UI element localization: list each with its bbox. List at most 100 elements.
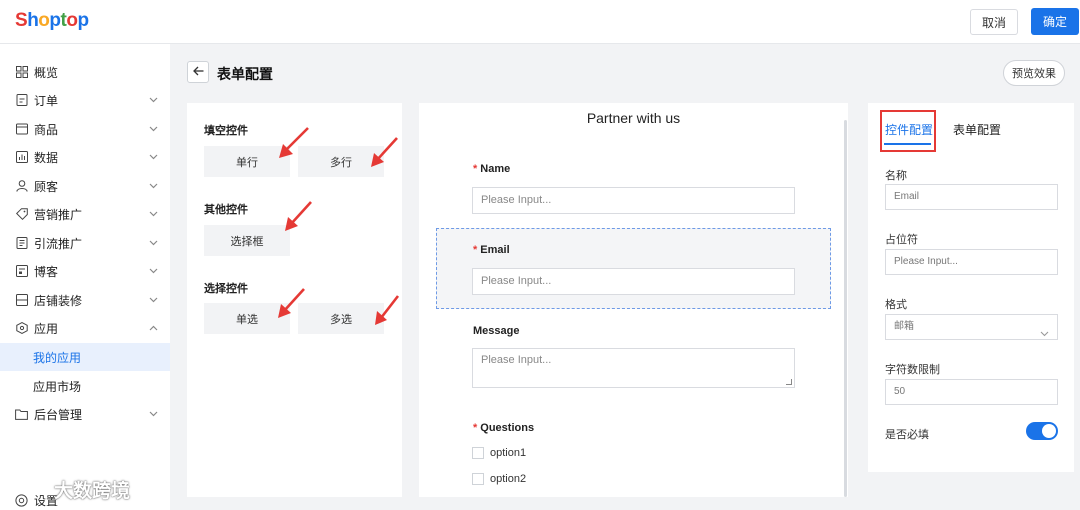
chevron-down-icon bbox=[148, 266, 158, 276]
chart-icon bbox=[15, 151, 28, 164]
placeholder-label: 占位符 bbox=[885, 233, 918, 246]
sidebar-item-label: 订单 bbox=[34, 93, 59, 108]
char-limit-label: 字符数限制 bbox=[885, 363, 940, 376]
back-button[interactable] bbox=[187, 61, 209, 83]
tab-form-config[interactable]: 表单配置 bbox=[953, 121, 1001, 138]
sidebar-item-label: 顾客 bbox=[34, 179, 59, 194]
chevron-down-icon bbox=[148, 409, 158, 419]
sidebar-item-label: 数据 bbox=[34, 150, 59, 165]
sidebar-item-apps[interactable]: 应用 bbox=[0, 314, 170, 342]
option-label: option2 bbox=[490, 473, 527, 485]
field-label-message: Message bbox=[473, 325, 520, 337]
red-arrow-annotation bbox=[371, 137, 398, 167]
name-field[interactable]: Email bbox=[885, 184, 1058, 210]
sidebar-item-traffic[interactable]: 引流推广 bbox=[0, 229, 170, 257]
watermark-text: 大数跨境 bbox=[54, 480, 131, 502]
option-checkbox[interactable] bbox=[472, 473, 484, 485]
sidebar-item-label: 应用 bbox=[34, 321, 59, 336]
chevron-down-icon bbox=[148, 209, 158, 219]
sidebar-item-label: 应用市场 bbox=[33, 379, 82, 394]
format-label: 格式 bbox=[885, 298, 907, 311]
sidebar-item-admin[interactable]: 后台管理 bbox=[0, 400, 170, 428]
toggle-knob bbox=[1042, 424, 1056, 438]
chevron-down-icon bbox=[148, 181, 158, 191]
sidebar-item-label: 我的应用 bbox=[33, 350, 82, 365]
sidebar-item-label: 店铺装修 bbox=[34, 293, 83, 308]
sidebar-item-overview[interactable]: 概览 bbox=[0, 58, 170, 86]
sidebar-item-app-market[interactable]: 应用市场 bbox=[0, 372, 170, 400]
brand-logo: Shoptop bbox=[15, 10, 89, 31]
sidebar-item-label: 营销推广 bbox=[34, 207, 83, 222]
option-checkbox[interactable] bbox=[472, 447, 484, 459]
option-row[interactable]: option1 bbox=[472, 447, 526, 459]
cancel-button[interactable]: 取消 bbox=[970, 9, 1018, 35]
red-arrow-annotation bbox=[375, 295, 400, 325]
watermark-logo-icon bbox=[9, 480, 45, 499]
chevron-down-icon bbox=[148, 124, 158, 134]
sidebar-item-customers[interactable]: 顾客 bbox=[0, 172, 170, 200]
field-label-name: * Name bbox=[473, 163, 511, 175]
layout-icon bbox=[15, 294, 28, 307]
sidebar-item-blog[interactable]: 博客 bbox=[0, 257, 170, 285]
field-label-questions: * Questions bbox=[473, 422, 535, 434]
sidebar-item-marketing[interactable]: 营销推广 bbox=[0, 200, 170, 228]
format-select-value: 邮箱 bbox=[894, 321, 914, 332]
required-label: 是否必填 bbox=[885, 428, 929, 441]
red-highlight-annotation bbox=[880, 110, 936, 152]
preview-button[interactable]: 预览效果 bbox=[1003, 60, 1065, 86]
sidebar-item-data[interactable]: 数据 bbox=[0, 143, 170, 171]
form-preview-panel: Partner with us * Name Please Input... * E… bbox=[419, 103, 848, 497]
group-title-input-controls: 填空控件 bbox=[204, 124, 248, 137]
folder-icon bbox=[15, 408, 28, 421]
chevron-down-icon bbox=[1040, 323, 1049, 337]
message-textarea[interactable]: Please Input... bbox=[472, 348, 795, 388]
user-icon bbox=[15, 180, 28, 193]
sidebar-item-label: 博客 bbox=[34, 264, 59, 279]
required-asterisk: * bbox=[473, 163, 478, 175]
red-arrow-annotation bbox=[285, 201, 312, 231]
sidebar-item-my-apps[interactable]: 我的应用 bbox=[0, 343, 170, 371]
page-title: 表单配置 bbox=[217, 67, 273, 83]
email-input[interactable]: Please Input... bbox=[472, 268, 795, 295]
confirm-button[interactable]: 确定 bbox=[1031, 8, 1079, 35]
sidebar-item-label: 引流推广 bbox=[34, 236, 83, 251]
sidebar-item-label: 后台管理 bbox=[34, 407, 83, 422]
field-label-email: * Email bbox=[473, 244, 510, 256]
name-label: 名称 bbox=[885, 169, 907, 182]
required-asterisk: * bbox=[473, 422, 478, 434]
scrollbar[interactable] bbox=[844, 120, 847, 497]
tag-icon bbox=[15, 208, 28, 221]
sidebar-item-label: 商品 bbox=[34, 122, 59, 137]
chevron-down-icon bbox=[148, 152, 158, 162]
name-input[interactable]: Please Input... bbox=[472, 187, 795, 214]
char-limit-field[interactable]: 50 bbox=[885, 379, 1058, 405]
placeholder-field[interactable]: Please Input... bbox=[885, 249, 1058, 275]
sidebar-item-orders[interactable]: 订单 bbox=[0, 86, 170, 114]
watermark: 大数跨境 bbox=[8, 476, 130, 503]
chevron-down-icon bbox=[148, 95, 158, 105]
group-title-choice-controls: 选择控件 bbox=[204, 282, 248, 295]
option-row[interactable]: option2 bbox=[472, 473, 526, 485]
textarea-placeholder: Please Input... bbox=[481, 354, 552, 366]
red-arrow-annotation bbox=[279, 127, 309, 158]
option-label: option1 bbox=[490, 447, 527, 459]
chevron-down-icon bbox=[148, 295, 158, 305]
required-toggle[interactable] bbox=[1026, 422, 1058, 440]
document-icon bbox=[15, 237, 28, 250]
top-bar: Shoptop 取消 确定 bbox=[0, 0, 1080, 44]
product-icon bbox=[15, 123, 28, 136]
chevron-up-icon bbox=[148, 323, 158, 333]
blog-icon bbox=[15, 265, 28, 278]
arrow-left-icon bbox=[192, 65, 204, 79]
app-icon bbox=[15, 322, 28, 335]
chevron-down-icon bbox=[148, 238, 158, 248]
controls-panel: 填空控件 单行 多行 其他控件 选择框 选择控件 单选 多选 bbox=[187, 103, 402, 497]
sidebar-item-label: 概览 bbox=[34, 65, 59, 80]
format-select[interactable]: 邮箱 bbox=[885, 314, 1058, 340]
sidebar-item-products[interactable]: 商品 bbox=[0, 115, 170, 143]
sidebar-item-store-design[interactable]: 店铺装修 bbox=[0, 286, 170, 314]
resize-handle-icon[interactable] bbox=[786, 379, 792, 385]
form-title: Partner with us bbox=[586, 110, 681, 126]
control-select-box[interactable]: 选择框 bbox=[204, 225, 290, 256]
required-asterisk: * bbox=[473, 244, 478, 256]
